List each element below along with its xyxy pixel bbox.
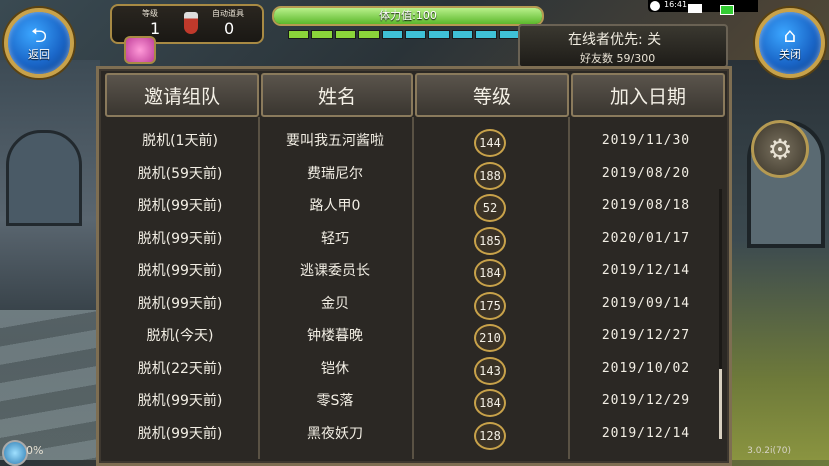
home-icon: ⌂ bbox=[783, 22, 797, 47]
header-name[interactable]: 姓名 bbox=[261, 73, 413, 117]
header-level[interactable]: 等级 bbox=[415, 73, 569, 117]
friend-level-cell: 175 bbox=[415, 288, 565, 320]
join-date: 2019/12/27 bbox=[601, 328, 691, 343]
join-date: 2019/12/29 bbox=[601, 393, 691, 408]
table-row[interactable]: 脱机(99天前) 路人甲0 52 2019/08/18 bbox=[105, 190, 717, 222]
friend-name: 路人甲0 bbox=[309, 198, 361, 214]
settings-button[interactable]: ⚙ bbox=[751, 120, 809, 178]
level-badge: 210 bbox=[474, 324, 506, 352]
friend-list-panel: 邀请组队 姓名 等级 加入日期 脱机(1天前) 要叫我五河酱啦 144 2019/11… bbox=[96, 66, 732, 466]
table-row[interactable]: 脱机(1天前) 要叫我五河酱啦 144 2019/11/30 bbox=[105, 125, 717, 157]
join-date: 2019/08/20 bbox=[601, 165, 691, 181]
header-join-date[interactable]: 加入日期 bbox=[571, 73, 725, 117]
friend-level-cell: 188 bbox=[415, 158, 565, 190]
level-badge: 175 bbox=[474, 291, 506, 320]
back-arrow-icon: ⮌ bbox=[30, 22, 48, 47]
friend-level-cell: 144 bbox=[415, 125, 565, 157]
friend-name: 金贝 bbox=[321, 295, 349, 312]
join-date: 2019/09/14 bbox=[601, 295, 691, 311]
close-label: 关闭 bbox=[779, 47, 801, 61]
auto-items-label: 自动道具 bbox=[212, 9, 244, 18]
join-date: 2020/01/17 bbox=[601, 230, 691, 246]
level-badge: 184 bbox=[474, 389, 506, 417]
version-label: 3.0.2i(70) bbox=[747, 446, 791, 456]
potion-icon bbox=[184, 12, 198, 34]
table-row[interactable]: 脱机(今天) 钟楼暮晚 210 2019/12/27 bbox=[105, 320, 717, 352]
table-row[interactable]: 脱机(22天前) 铠休 143 2019/10/02 bbox=[105, 353, 717, 385]
invite-status: 脱机(22天前) bbox=[137, 360, 223, 377]
friend-name: 费瑞尼尔 bbox=[307, 165, 363, 182]
join-date: 2019/12/14 bbox=[601, 263, 691, 278]
table-row[interactable]: 脱机(99天前) 黑夜妖刀 128 2019/12/14 bbox=[105, 418, 717, 450]
gear-icon: ⚙ bbox=[767, 132, 793, 166]
friend-name: 钟楼暮晚 bbox=[307, 328, 363, 344]
invite-status: 脱机(59天前) bbox=[137, 165, 223, 182]
level-badge: 185 bbox=[474, 226, 506, 255]
invite-status: 脱机(99天前) bbox=[137, 425, 223, 442]
invite-status: 脱机(99天前) bbox=[137, 230, 223, 247]
clock-time: 16:41 bbox=[664, 0, 688, 9]
bottom-percent: 0% bbox=[26, 444, 44, 457]
invite-status: 脱机(99天前) bbox=[137, 263, 223, 279]
table-row[interactable]: 脱机(99天前) 金贝 175 2019/09/14 bbox=[105, 288, 717, 320]
auto-items-value: 0 bbox=[224, 19, 235, 38]
friend-name: 逃课委员长 bbox=[300, 263, 370, 279]
friend-level-cell: 52 bbox=[415, 190, 565, 222]
friend-level-cell: 210 bbox=[415, 320, 565, 352]
level-label: 等级 bbox=[142, 9, 158, 18]
friend-name: 轻巧 bbox=[321, 230, 349, 247]
friend-level-cell: 184 bbox=[415, 255, 565, 287]
join-date: 2019/12/14 bbox=[601, 425, 691, 441]
level-badge: 188 bbox=[474, 161, 506, 190]
join-date: 2019/08/18 bbox=[601, 198, 691, 213]
invite-status: 脱机(99天前) bbox=[137, 393, 223, 409]
back-label: 返回 bbox=[28, 47, 50, 61]
globe-icon[interactable] bbox=[2, 440, 28, 466]
floor-tiles bbox=[0, 310, 100, 460]
friend-level-cell: 143 bbox=[415, 353, 565, 385]
friend-level-cell: 184 bbox=[415, 385, 565, 417]
invite-status: 脱机(今天) bbox=[146, 328, 214, 344]
join-date: 2019/11/30 bbox=[601, 133, 691, 148]
friend-name: 零S落 bbox=[316, 393, 354, 409]
friend-count: 好友数 59/300 bbox=[580, 52, 656, 65]
close-button[interactable]: ⌂ 关闭 bbox=[755, 8, 825, 78]
invite-status: 脱机(99天前) bbox=[137, 295, 223, 312]
join-date: 2019/10/02 bbox=[601, 360, 691, 376]
invite-status: 脱机(1天前) bbox=[142, 133, 218, 149]
invite-status: 脱机(99天前) bbox=[137, 198, 223, 214]
mail-icon[interactable] bbox=[688, 4, 702, 13]
table-row[interactable]: 脱机(59天前) 费瑞尼尔 188 2019/08/20 bbox=[105, 158, 717, 190]
device-status: 16:41 bbox=[648, 0, 758, 12]
friend-name: 铠休 bbox=[321, 360, 349, 377]
friend-name: 黑夜妖刀 bbox=[307, 425, 363, 442]
level-value: 1 bbox=[150, 19, 161, 38]
window-arch bbox=[6, 130, 82, 226]
table-row[interactable]: 脱机(99天前) 逃课委员长 184 2019/12/14 bbox=[105, 255, 717, 287]
scrollbar-track[interactable] bbox=[719, 189, 722, 399]
level-badge: 144 bbox=[474, 129, 506, 157]
table-row[interactable]: 脱机(99天前) 零S落 184 2019/12/29 bbox=[105, 385, 717, 417]
header-invite-team[interactable]: 邀请组队 bbox=[105, 73, 259, 117]
back-button[interactable]: ⮌ 返回 bbox=[4, 8, 74, 78]
level-badge: 128 bbox=[474, 421, 506, 450]
friend-name: 要叫我五河酱啦 bbox=[286, 133, 384, 149]
level-badge: 143 bbox=[474, 356, 506, 385]
stamina-text: 体力值:100 bbox=[379, 9, 437, 22]
scrollbar-thumb[interactable] bbox=[719, 369, 722, 439]
game-scene-left bbox=[0, 60, 100, 460]
exp-bar bbox=[288, 30, 521, 39]
level-badge: 184 bbox=[474, 259, 506, 287]
gift-icon[interactable] bbox=[124, 36, 156, 64]
clock-icon bbox=[650, 1, 660, 11]
level-badge: 52 bbox=[474, 194, 506, 222]
friend-level-cell: 185 bbox=[415, 223, 565, 255]
stamina-bar: 体力值:100 bbox=[272, 6, 544, 26]
top-hud: ⮌ 返回 等级 1 自动道具 0 体力值:100 16:41 在线者优先: 关 … bbox=[0, 0, 829, 78]
battery-icon bbox=[720, 5, 734, 15]
friend-level-cell: 128 bbox=[415, 418, 565, 450]
online-priority-panel[interactable]: 在线者优先: 关 好友数 59/300 bbox=[518, 24, 728, 68]
table-row[interactable]: 脱机(99天前) 轻巧 185 2020/01/17 bbox=[105, 223, 717, 255]
online-priority-toggle[interactable]: 在线者优先: 关 bbox=[568, 29, 661, 49]
